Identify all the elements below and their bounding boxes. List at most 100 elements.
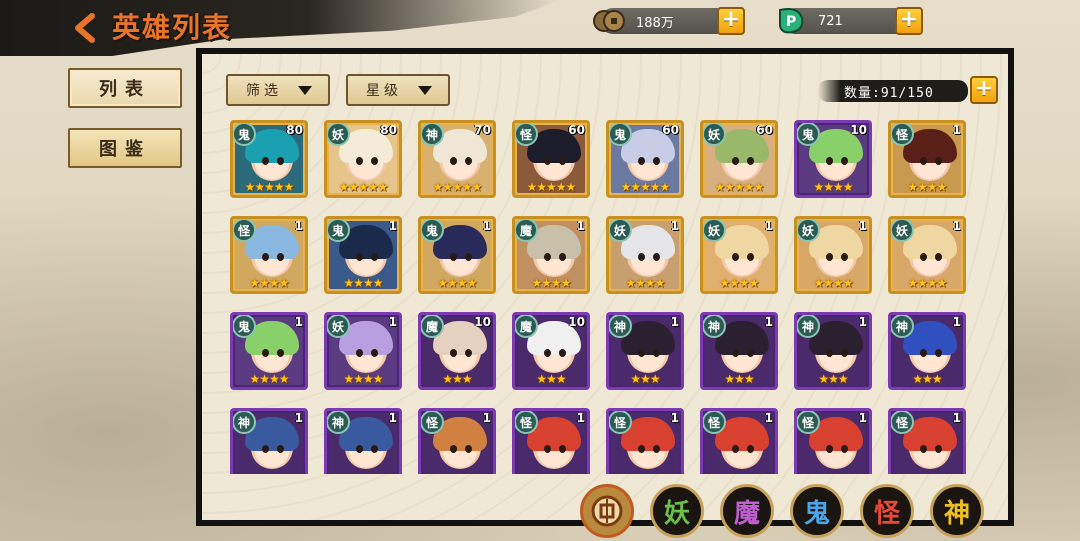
- hero-eye: [841, 349, 848, 357]
- hero-card[interactable]: 妖 1 ★★★★: [700, 216, 778, 294]
- hero-eye: [732, 157, 739, 165]
- hero-card[interactable]: 鬼 10 ★★★★: [794, 120, 872, 198]
- hero-card[interactable]: 神 1 ★★★: [794, 312, 872, 390]
- tab-list[interactable]: 列表: [68, 68, 182, 108]
- hero-stars: ★★★★★: [432, 180, 483, 194]
- add-coin-button[interactable]: +: [717, 7, 745, 35]
- race-filter-all-button[interactable]: [580, 484, 634, 538]
- hero-eye: [826, 253, 833, 261]
- hero-level: 1: [576, 219, 585, 233]
- hero-card[interactable]: 魔 1 ★★★★: [512, 216, 590, 294]
- hero-card[interactable]: 神 70 ★★★★★: [418, 120, 496, 198]
- filter-dropdown-label: 筛选: [246, 83, 282, 99]
- hero-card[interactable]: 怪 1 ★★★★: [888, 120, 966, 198]
- race-badge: 鬼: [327, 219, 350, 242]
- tab-codex-label: 图鉴: [99, 139, 151, 160]
- hero-eye: [653, 253, 660, 261]
- race-badge: 鬼: [233, 123, 256, 146]
- hero-eye: [371, 445, 378, 453]
- caret-down-icon: [418, 85, 432, 95]
- hero-card[interactable]: 妖 80 ★★★★★: [324, 120, 402, 198]
- hero-card[interactable]: 妖 1 ★★★★: [888, 216, 966, 294]
- hero-eye: [544, 157, 551, 165]
- hero-card[interactable]: 神1: [230, 408, 308, 474]
- race-filter-button[interactable]: 鬼: [790, 484, 844, 538]
- hero-card[interactable]: 神1: [324, 408, 402, 474]
- back-button[interactable]: [66, 10, 106, 46]
- race-badge: 怪: [609, 411, 632, 434]
- hero-card[interactable]: 怪 60 ★★★★★: [512, 120, 590, 198]
- hero-card[interactable]: 怪 1 ★★★★: [230, 216, 308, 294]
- hero-card[interactable]: 妖 1 ★★★★: [794, 216, 872, 294]
- hero-stars: ★★★: [912, 372, 942, 386]
- race-badge: 妖: [891, 219, 914, 242]
- hero-card[interactable]: 鬼 1 ★★★★: [324, 216, 402, 294]
- hero-level: 1: [952, 411, 961, 425]
- hero-level: 70: [474, 123, 491, 137]
- race-badge: 怪: [233, 219, 256, 242]
- race-badge: 怪: [421, 411, 444, 434]
- race-badge: 妖: [609, 219, 632, 242]
- hero-stars: ★★★: [536, 372, 566, 386]
- hero-level: 1: [670, 219, 679, 233]
- hero-eye: [653, 445, 660, 453]
- hero-eye: [826, 157, 833, 165]
- add-jade-button[interactable]: +: [895, 7, 923, 35]
- hero-eye: [262, 157, 269, 165]
- hero-eye: [277, 157, 284, 165]
- hero-eye: [544, 253, 551, 261]
- hero-card[interactable]: 怪1: [606, 408, 684, 474]
- hero-eye: [935, 445, 942, 453]
- hero-level: 60: [662, 123, 679, 137]
- hero-level: 10: [474, 315, 491, 329]
- race-badge: 妖: [797, 219, 820, 242]
- hero-card[interactable]: 怪1: [512, 408, 590, 474]
- hero-eye: [356, 445, 363, 453]
- hero-eye: [465, 445, 472, 453]
- tab-codex[interactable]: 图鉴: [68, 128, 182, 168]
- hero-card[interactable]: 神 1 ★★★: [606, 312, 684, 390]
- hero-card[interactable]: 鬼 1 ★★★★: [230, 312, 308, 390]
- hero-eye: [356, 349, 363, 357]
- hero-card[interactable]: 怪1: [700, 408, 778, 474]
- all-coin-icon: [591, 495, 623, 527]
- hero-eye: [653, 349, 660, 357]
- race-badge: 神: [327, 411, 350, 434]
- race-filter-button[interactable]: 妖: [650, 484, 704, 538]
- race-badge: 怪: [797, 411, 820, 434]
- hero-card[interactable]: 魔 10 ★★★: [418, 312, 496, 390]
- hero-eye: [450, 349, 457, 357]
- hero-card[interactable]: 鬼 60 ★★★★★: [606, 120, 684, 198]
- filter-dropdown[interactable]: 筛选: [226, 74, 330, 106]
- hero-card[interactable]: 神 1 ★★★: [888, 312, 966, 390]
- hero-card[interactable]: 妖 60 ★★★★★: [700, 120, 778, 198]
- race-badge: 怪: [515, 411, 538, 434]
- jade-value: 721: [818, 13, 843, 29]
- hero-eye: [544, 349, 551, 357]
- hero-card[interactable]: 怪1: [418, 408, 496, 474]
- race-filter-button[interactable]: 神: [930, 484, 984, 538]
- hero-card[interactable]: 神 1 ★★★: [700, 312, 778, 390]
- race-filter-button[interactable]: 怪: [860, 484, 914, 538]
- hero-eye: [559, 157, 566, 165]
- hero-card[interactable]: 怪1: [794, 408, 872, 474]
- hero-level: 1: [294, 219, 303, 233]
- race-filter-button[interactable]: 魔: [720, 484, 774, 538]
- hero-card[interactable]: 怪1: [888, 408, 966, 474]
- hero-card[interactable]: 鬼 80 ★★★★★: [230, 120, 308, 198]
- hero-card[interactable]: 鬼 1 ★★★★: [418, 216, 496, 294]
- star-dropdown[interactable]: 星级: [346, 74, 450, 106]
- hero-level: 1: [764, 315, 773, 329]
- hero-stars: ★★★★: [813, 276, 853, 290]
- hero-stars: ★★★★★: [620, 180, 671, 194]
- hero-card[interactable]: 妖 1 ★★★★: [324, 312, 402, 390]
- hero-card[interactable]: 魔 10 ★★★: [512, 312, 590, 390]
- coin-icon: [592, 4, 626, 38]
- hero-eye: [277, 253, 284, 261]
- expand-capacity-button[interactable]: +: [970, 76, 998, 104]
- hero-card[interactable]: 妖 1 ★★★★: [606, 216, 684, 294]
- race-badge: 怪: [515, 123, 538, 146]
- hero-eye: [826, 445, 833, 453]
- hero-stars: ★★★★: [813, 180, 853, 194]
- hero-capacity-text: 数量:91/150: [844, 85, 934, 101]
